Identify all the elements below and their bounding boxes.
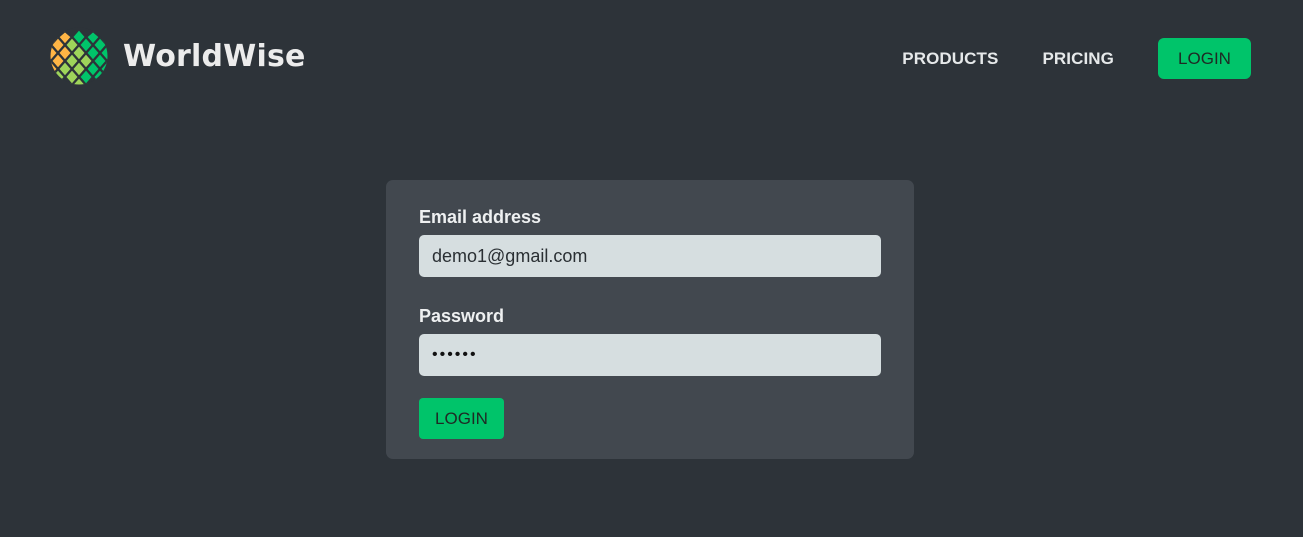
site-header: WorldWise PRODUCTS PRICING LOGIN — [0, 0, 1303, 112]
logo-link[interactable]: WorldWise — [50, 27, 306, 85]
email-field[interactable] — [419, 235, 881, 277]
brand-name: WorldWise — [123, 38, 306, 74]
login-form: Email address Password LOGIN — [386, 180, 914, 459]
globe-hexagon-icon — [50, 27, 108, 85]
login-submit-button[interactable]: LOGIN — [419, 398, 504, 439]
field-spacer — [419, 277, 881, 306]
main-nav: PRODUCTS PRICING LOGIN — [902, 38, 1251, 79]
password-field[interactable] — [419, 334, 881, 376]
email-label: Email address — [419, 207, 542, 227]
password-label: Password — [419, 306, 505, 326]
nav-login-button[interactable]: LOGIN — [1158, 38, 1251, 79]
nav-link-products[interactable]: PRODUCTS — [902, 49, 998, 69]
nav-link-pricing[interactable]: PRICING — [1042, 49, 1114, 69]
